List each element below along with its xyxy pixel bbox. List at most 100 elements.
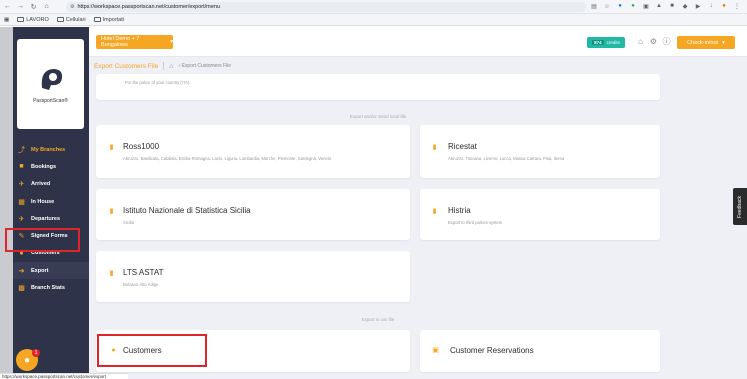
extension-icon[interactable]: ●: [616, 2, 624, 10]
breadcrumb: Export Customers File ⌂ › Export Custome…: [94, 61, 231, 71]
hotel-selector-label: Hotel Demo + 7 Bungalows: [101, 36, 140, 48]
forward-icon[interactable]: →: [15, 1, 26, 12]
page-title: Export Customers File: [94, 62, 159, 70]
card-title: Istituto Nazionale di Statistica Sicilia: [123, 206, 251, 215]
sidebar-item-label: In House: [31, 198, 55, 205]
card-title: LTS ASTAT: [123, 268, 164, 277]
branches-icon: ⤴: [18, 146, 25, 154]
stats-icon: ▩: [18, 285, 25, 293]
divider: [163, 62, 165, 70]
sidebar-item-my-branches[interactable]: ⤴ My Branches: [13, 141, 89, 158]
extension-icon[interactable]: ●: [629, 2, 637, 10]
export-icon: ➜: [18, 267, 25, 275]
gear-icon[interactable]: ⚙: [649, 37, 658, 46]
hotel-selector[interactable]: Hotel Demo + 7 Bungalows ▾: [96, 35, 173, 49]
file-icon: ▮: [109, 144, 114, 151]
extension-icon[interactable]: ■: [668, 2, 676, 10]
sidebar-item-label: My Branches: [31, 146, 66, 153]
arrived-icon: ✈: [18, 181, 25, 189]
card-istat-sicilia[interactable]: ▮ Istituto Nazionale di Statistica Sicil…: [96, 189, 410, 240]
bookmark-folder[interactable]: Cellulari: [56, 16, 86, 23]
home-icon[interactable]: ⌂: [41, 1, 52, 12]
card-subtitle: For the police of your country (ITA).: [125, 80, 191, 85]
site-info-icon[interactable]: ⚙: [70, 4, 74, 10]
bookings-icon: ■: [19, 163, 24, 171]
file-icon: ▮: [109, 270, 114, 277]
home-icon[interactable]: ⌂: [169, 63, 173, 70]
left-edge: [0, 27, 13, 379]
translate-icon[interactable]: ▤: [590, 2, 598, 10]
sidebar: PassportScan® ⤴ My Branches ■ Bookings ✈…: [13, 27, 89, 379]
topbar: Hotel Demo + 7 Bungalows ▾ 874 credits ⌂…: [89, 27, 747, 57]
sidebar-item-label: Arrived: [31, 181, 51, 188]
highlight-box: [97, 334, 207, 367]
folder-icon: [56, 17, 64, 22]
logo-text: PassportScan®: [33, 98, 68, 104]
file-icon: ▮: [109, 208, 114, 215]
extension-icon[interactable]: ▲: [655, 2, 663, 10]
sidebar-item-label: Branch Stats: [31, 285, 65, 292]
in-house-icon: ▦: [18, 198, 25, 206]
back-icon[interactable]: ←: [2, 1, 13, 12]
credits-badge[interactable]: 874 credits: [587, 37, 625, 48]
apps-icon[interactable]: ▦: [4, 17, 9, 23]
sidebar-item-label: Bookings: [31, 163, 57, 170]
card-customer-reservations[interactable]: ▣ Customer Reservations: [420, 330, 660, 372]
card-title: Customer Reservations: [450, 346, 534, 355]
feedback-tab[interactable]: Feedback: [733, 188, 747, 225]
bell-icon: ●: [23, 354, 31, 366]
help-icon[interactable]: ⓘ: [662, 37, 671, 46]
menu-icon[interactable]: ⋮: [733, 2, 741, 10]
sidebar-item-branch-stats[interactable]: ▩ Branch Stats: [13, 279, 89, 296]
checkin-button[interactable]: Check-in/out ▾: [677, 36, 735, 49]
credits-label: credits: [606, 40, 620, 45]
logo[interactable]: PassportScan®: [17, 39, 84, 129]
card-subtitle: Sicilia: [123, 220, 134, 225]
sidebar-item-in-house[interactable]: ▦ In House: [13, 193, 89, 210]
breadcrumb-trail: › Export Customers File: [178, 63, 232, 69]
card-subtitle: Abruzzo, Basilicata, Calabria, Emilia-Ro…: [123, 156, 332, 161]
logo-icon: [41, 69, 62, 90]
bookmark-label: LAVORO: [26, 16, 49, 23]
card-ross1000[interactable]: ▮ Ross1000 Abruzzo, Basilicata, Calabria…: [96, 125, 410, 178]
sidebar-item-label: Departures: [31, 215, 61, 222]
card-histria[interactable]: ▮ Histria Export to third parties system: [420, 189, 660, 240]
reload-icon[interactable]: ↻: [28, 1, 39, 12]
credits-value: 874: [592, 40, 604, 45]
star-icon[interactable]: ☆: [603, 2, 611, 10]
browser-toolbar: ← → ↻ ⌂ ⚙ https://workspace.passportscan…: [0, 0, 747, 14]
card-lts-astat[interactable]: ▮ LTS ASTAT Bolzano-Alto Adige: [96, 251, 410, 302]
sidebar-item-arrived[interactable]: ✈ Arrived: [13, 176, 89, 193]
checkin-label: Check-in/out: [687, 39, 719, 46]
folder-icon: [17, 17, 25, 22]
home-icon[interactable]: ⌂: [636, 37, 645, 46]
departures-icon: ✈: [18, 215, 25, 223]
bookmark-folder[interactable]: Importati: [93, 17, 124, 23]
bookmark-label: Cellulari: [65, 16, 86, 23]
card-subtitle: Abruzzo, Toscana, Livorno, Lucca, Massa …: [448, 156, 565, 161]
sidebar-item-departures[interactable]: ✈ Departures: [13, 210, 89, 227]
card-title: Histria: [448, 206, 471, 215]
bookmark-folder[interactable]: LAVORO: [17, 17, 49, 23]
url-text: https://workspace.passportscan.net/custo…: [77, 4, 220, 10]
main-content: Hotel Demo + 7 Bungalows ▾ 874 credits ⌂…: [89, 27, 747, 379]
status-bar: https://workspace.passportscan.net/custo…: [0, 373, 128, 379]
address-bar[interactable]: ⚙ https://workspace.passportscan.net/cus…: [66, 2, 586, 12]
profile-icon[interactable]: ●: [720, 2, 728, 10]
extension-icon[interactable]: ◆: [681, 2, 689, 10]
section-label: Export in csv file: [361, 317, 395, 322]
chevron-down-icon: ▾: [170, 39, 173, 45]
puzzle-icon[interactable]: ▣: [642, 2, 650, 10]
police-export-card[interactable]: For the police of your country (ITA).: [96, 74, 660, 100]
extensions: ▤ ☆ ● ● ▣ ▲ ■ ◆ ▶ ↓ ● ⋮: [590, 2, 741, 10]
card-ricestat[interactable]: ▮ Ricestat Abruzzo, Toscana, Livorno, Lu…: [420, 125, 660, 178]
sidebar-item-label: Export: [31, 267, 49, 274]
card-subtitle: Export to third parties system: [448, 220, 503, 225]
sidebar-menu: ⤴ My Branches ■ Bookings ✈ Arrived ▦ In …: [13, 141, 89, 297]
section-label: Export and/or Send local file: [349, 114, 407, 119]
highlight-box: [5, 228, 80, 252]
sidebar-item-bookings[interactable]: ■ Bookings: [13, 158, 89, 175]
sidebar-item-export[interactable]: ➜ Export: [13, 262, 89, 280]
download-icon[interactable]: ↓: [707, 2, 715, 10]
extension-icon[interactable]: ▶: [694, 2, 702, 10]
